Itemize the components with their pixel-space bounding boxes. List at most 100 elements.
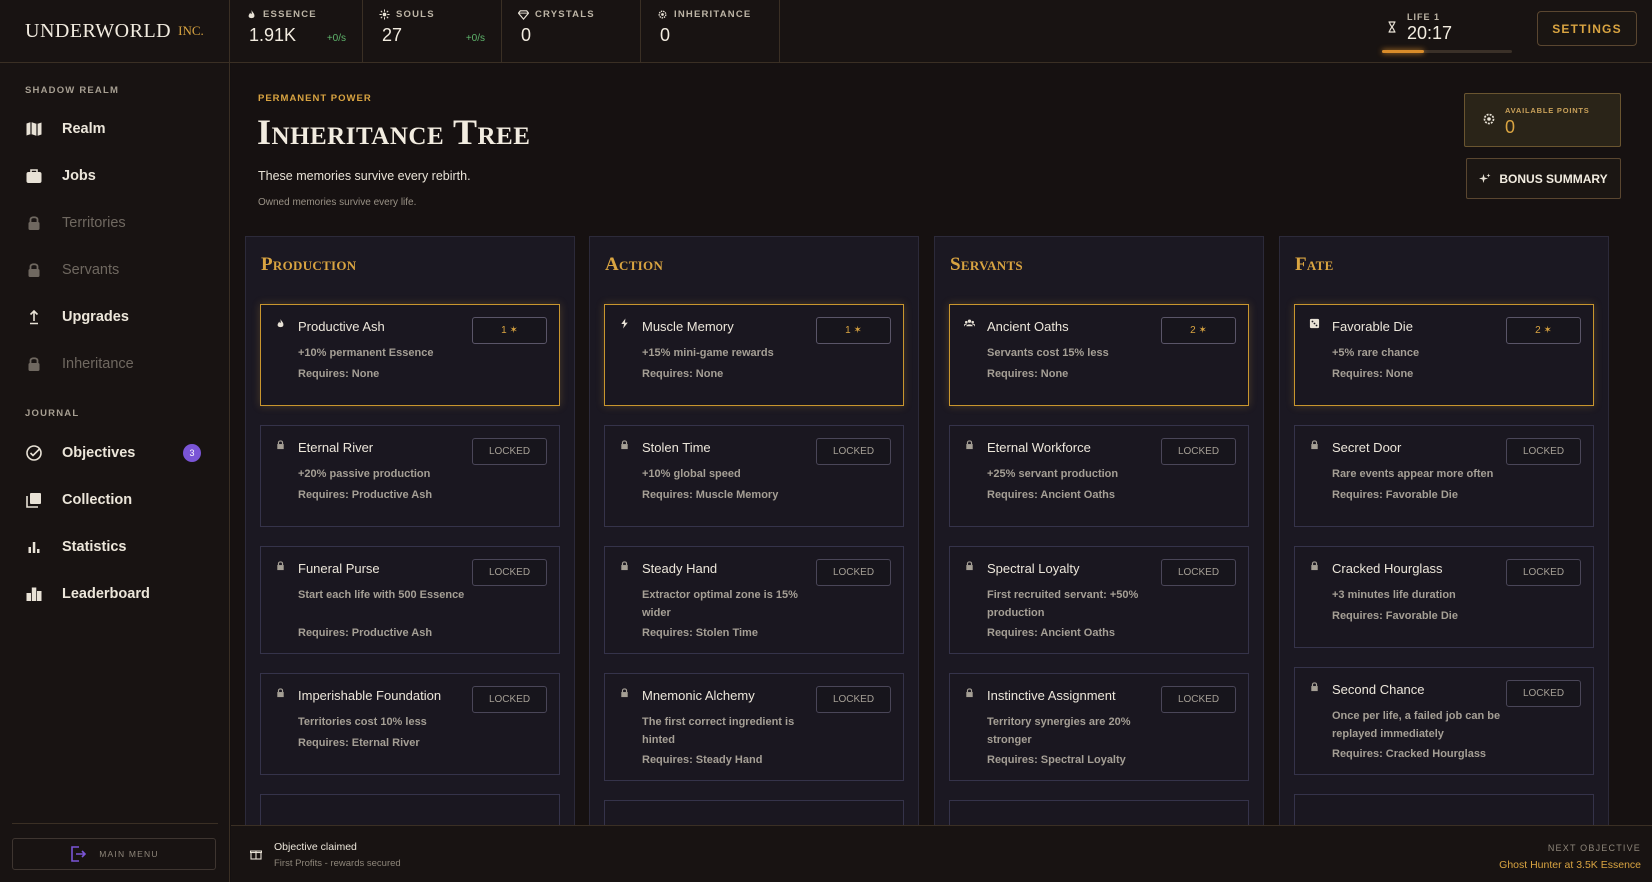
objective-claimed-detail: First Profits - rewards secured [274,858,401,869]
sidebar-item-label: Upgrades [62,309,129,325]
sidebar-item-leaderboard[interactable]: Leaderboard [25,582,205,606]
sidebar-item-jobs[interactable]: Jobs [25,164,205,188]
memory-locked-button[interactable]: LOCKED [816,438,891,465]
memory-title: Cracked Hourglass [1332,561,1443,576]
memory-title: Favorable Die [1332,319,1413,334]
memory-node-funeral-purse[interactable]: Funeral Purse Start each life with 500 Es… [260,546,560,654]
gear-icon [1483,113,1495,125]
memory-locked-button[interactable]: LOCKED [1161,438,1236,465]
sidebar-item-inheritance[interactable]: Inheritance [25,352,205,376]
memory-description: +10% permanent Essence [298,347,434,359]
memory-node-steady-hand[interactable]: Steady Hand Extractor optimal zone is 15%… [604,546,904,654]
stat-label: INHERITANCE [674,9,752,20]
memory-requirement: Requires: None [642,368,724,380]
memory-title: Secret Door [1332,440,1402,455]
brand-suffix: INC. [178,23,204,38]
lock-icon [28,216,40,230]
gear-icon [658,10,667,19]
memory-cost-button[interactable]: 2 ✶ [1161,317,1236,344]
memory-cost-button[interactable]: 2 ✶ [1506,317,1581,344]
bonus-summary-label: BONUS SUMMARY [1499,171,1608,186]
memory-title: Muscle Memory [642,319,734,334]
stat-label: ESSENCE [263,9,317,20]
memory-node-partial [949,800,1249,825]
flame-icon [277,318,284,328]
column-title: Production [261,254,357,275]
sidebar-item-label: Leaderboard [62,586,150,602]
sidebar-item-collection[interactable]: Collection [25,488,205,512]
next-objective-value[interactable]: Ghost Hunter at 3.5K Essence [1499,859,1641,871]
brand-name: UNDERWORLD [25,19,172,42]
memory-node-ancient-oaths[interactable]: Ancient Oaths Servants cost 15% less Requi… [949,304,1249,406]
hourglass-icon [1388,21,1396,33]
memory-node-imperishable-foundation[interactable]: Imperishable Foundation Territories cost … [260,673,560,775]
memory-description: Once per life, a failed job can be repla… [1332,710,1501,740]
memory-node-favorable-die[interactable]: Favorable Die +5% rare chance Requires: No… [1294,304,1594,406]
main-menu-button[interactable]: MAIN MENU [12,838,216,870]
column-title: Servants [950,254,1023,275]
sidebar-item-label: Servants [62,262,120,278]
map-icon [26,122,42,136]
memory-title: Funeral Purse [298,561,380,576]
sidebar-item-label: Jobs [62,168,96,184]
stat-label: CRYSTALS [535,9,595,20]
page-title: Inheritance Tree [257,112,531,152]
memory-title: Eternal River [298,440,374,455]
memory-requirement: Requires: None [298,368,380,380]
memory-node-secret-door[interactable]: Secret Door Rare events appear more often… [1294,425,1594,527]
stat-label: SOULS [396,9,435,20]
memory-locked-button[interactable]: LOCKED [816,559,891,586]
memory-cost-button[interactable]: 1 ✶ [472,317,547,344]
memory-node-mnemonic-alchemy[interactable]: Mnemonic Alchemy The first correct ingred… [604,673,904,781]
sidebar-item-label: Statistics [62,539,127,555]
check-circle-icon [26,445,42,461]
memory-locked-button[interactable]: LOCKED [472,686,547,713]
memory-requirement: Requires: None [1332,368,1414,380]
die-icon [1309,318,1320,329]
bolt-icon [621,318,628,329]
bonus-summary-button[interactable]: BONUS SUMMARY [1466,158,1621,199]
memory-node-second-chance[interactable]: Second Chance Once per life, a failed job… [1294,667,1594,775]
memory-locked-button[interactable]: LOCKED [1506,559,1581,586]
sidebar-item-upgrades[interactable]: Upgrades [25,305,205,329]
memory-node-spectral-loyalty[interactable]: Spectral Loyalty First recruited servant:… [949,546,1249,654]
stat-crystals: CRYSTALS 0 [502,0,641,62]
memory-requirement: Requires: Cracked Hourglass [1332,748,1487,760]
sidebar-item-realm[interactable]: Realm [25,117,205,141]
stat-souls: SOULS 27 +0/s [363,0,502,62]
available-points-label: AVAILABLE POINTS [1505,106,1590,115]
memory-description: Territory synergies are 20% stronger [987,716,1131,746]
lock-icon [277,440,284,450]
memory-requirement: Requires: Favorable Die [1332,610,1458,622]
sidebar-item-territories[interactable]: Territories [25,211,205,235]
sidebar-item-label: Collection [62,492,133,508]
memory-requirement: Requires: None [987,368,1069,380]
memory-node-cracked-hourglass[interactable]: Cracked Hourglass +3 minutes life duratio… [1294,546,1594,648]
group-icon [964,319,975,327]
memory-node-productive-ash[interactable]: Productive Ash +10% permanent Essence Requ… [260,304,560,406]
lock-icon [28,263,40,277]
column-title: Action [605,254,664,275]
memory-locked-button[interactable]: LOCKED [1161,559,1236,586]
memory-node-muscle-memory[interactable]: Muscle Memory +15% mini-game rewards Requi… [604,304,904,406]
memory-locked-button[interactable]: LOCKED [472,559,547,586]
memory-node-stolen-time[interactable]: Stolen Time +10% global speed Requires: Mu… [604,425,904,527]
sidebar-item-statistics[interactable]: Statistics [25,535,205,559]
memory-description: First recruited servant: +50% production [987,589,1139,619]
memory-locked-button[interactable]: LOCKED [1506,438,1581,465]
memory-locked-button[interactable]: LOCKED [1161,686,1236,713]
memory-locked-button[interactable]: LOCKED [1506,680,1581,707]
memory-node-eternal-river[interactable]: Eternal River +20% passive production Requ… [260,425,560,527]
sidebar-item-objectives[interactable]: Objectives 3 [25,441,205,465]
memory-locked-button[interactable]: LOCKED [816,686,891,713]
memory-locked-button[interactable]: LOCKED [472,438,547,465]
stat-rate: +0/s [465,33,485,44]
sidebar-item-servants[interactable]: Servants [25,258,205,282]
memory-node-instinctive-assignment[interactable]: Instinctive Assignment Territory synergie… [949,673,1249,781]
memory-node-eternal-workforce[interactable]: Eternal Workforce +25% servant production… [949,425,1249,527]
memory-description: +20% passive production [298,468,431,480]
page-subtitle: These memories survive every rebirth. [258,169,471,183]
memory-cost-button[interactable]: 1 ✶ [816,317,891,344]
memory-description: +10% global speed [642,468,741,480]
settings-button[interactable]: SETTINGS [1537,11,1637,46]
